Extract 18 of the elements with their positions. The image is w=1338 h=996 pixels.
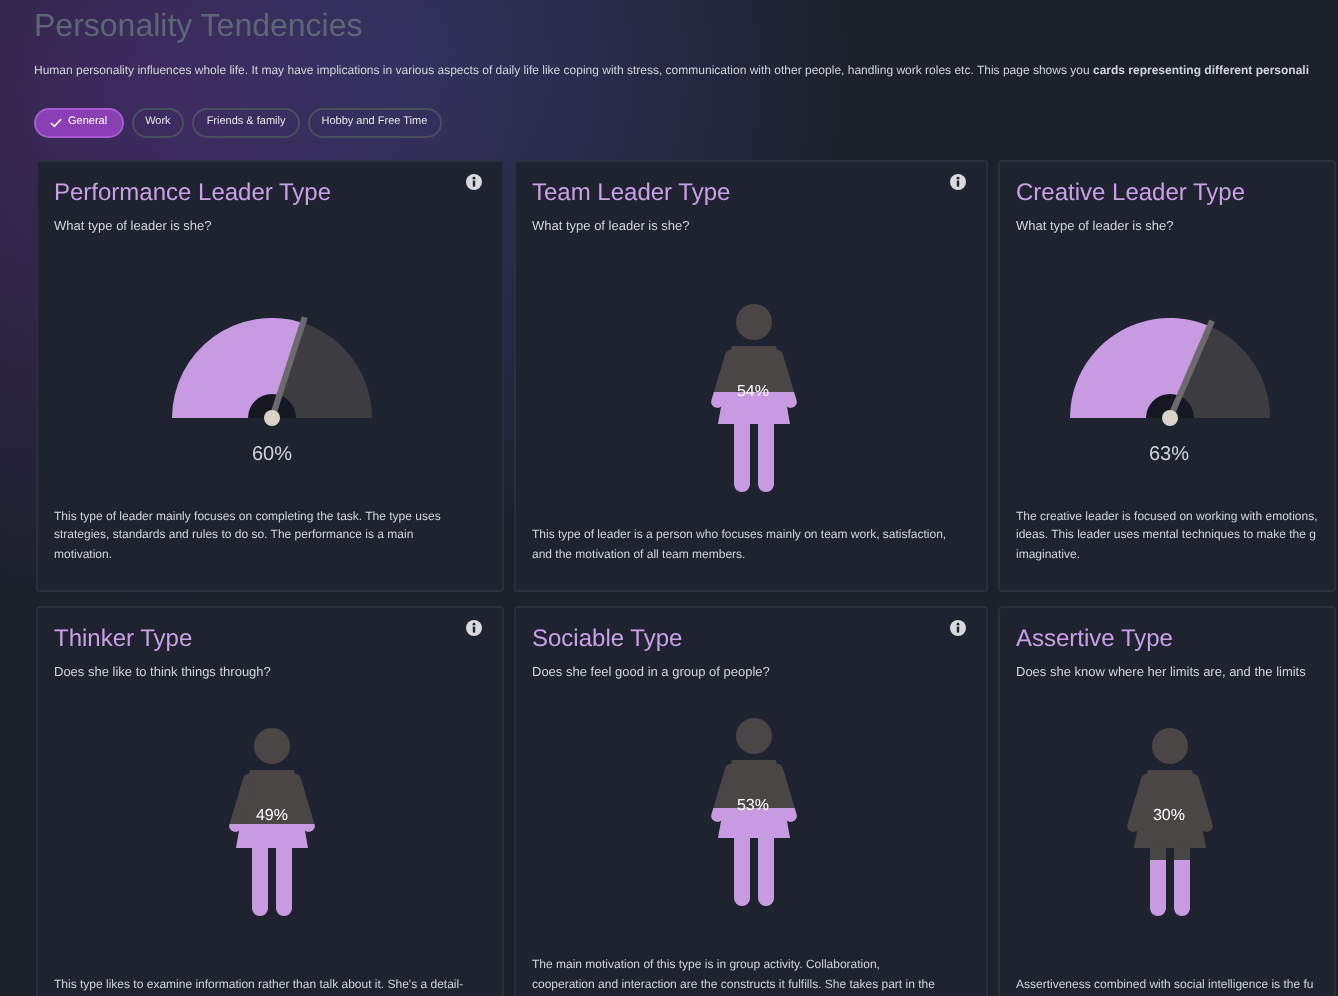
info-icon[interactable] (950, 174, 966, 190)
info-icon[interactable] (466, 174, 482, 190)
percent-value: 60% (251, 441, 292, 470)
percent-value: 30% (1152, 804, 1185, 829)
info-icon[interactable] (950, 620, 966, 636)
page-title: Personality Tendencies (34, 8, 363, 48)
check-icon (50, 118, 62, 128)
card-title: Assertive Type (1016, 624, 1173, 652)
card-title: Thinker Type (54, 624, 193, 652)
percent-value: 49% (255, 804, 288, 829)
card-title: Performance Leader Type (54, 178, 332, 206)
gauge-needle (1161, 318, 1214, 426)
card-title: Sociable Type (532, 624, 683, 652)
info-icon[interactable] (466, 620, 482, 636)
gauge-needle (264, 315, 308, 426)
percent-value: 63% (1148, 441, 1189, 470)
card-title: Team Leader Type (532, 178, 731, 206)
card-title: Creative Leader Type (1016, 178, 1246, 206)
